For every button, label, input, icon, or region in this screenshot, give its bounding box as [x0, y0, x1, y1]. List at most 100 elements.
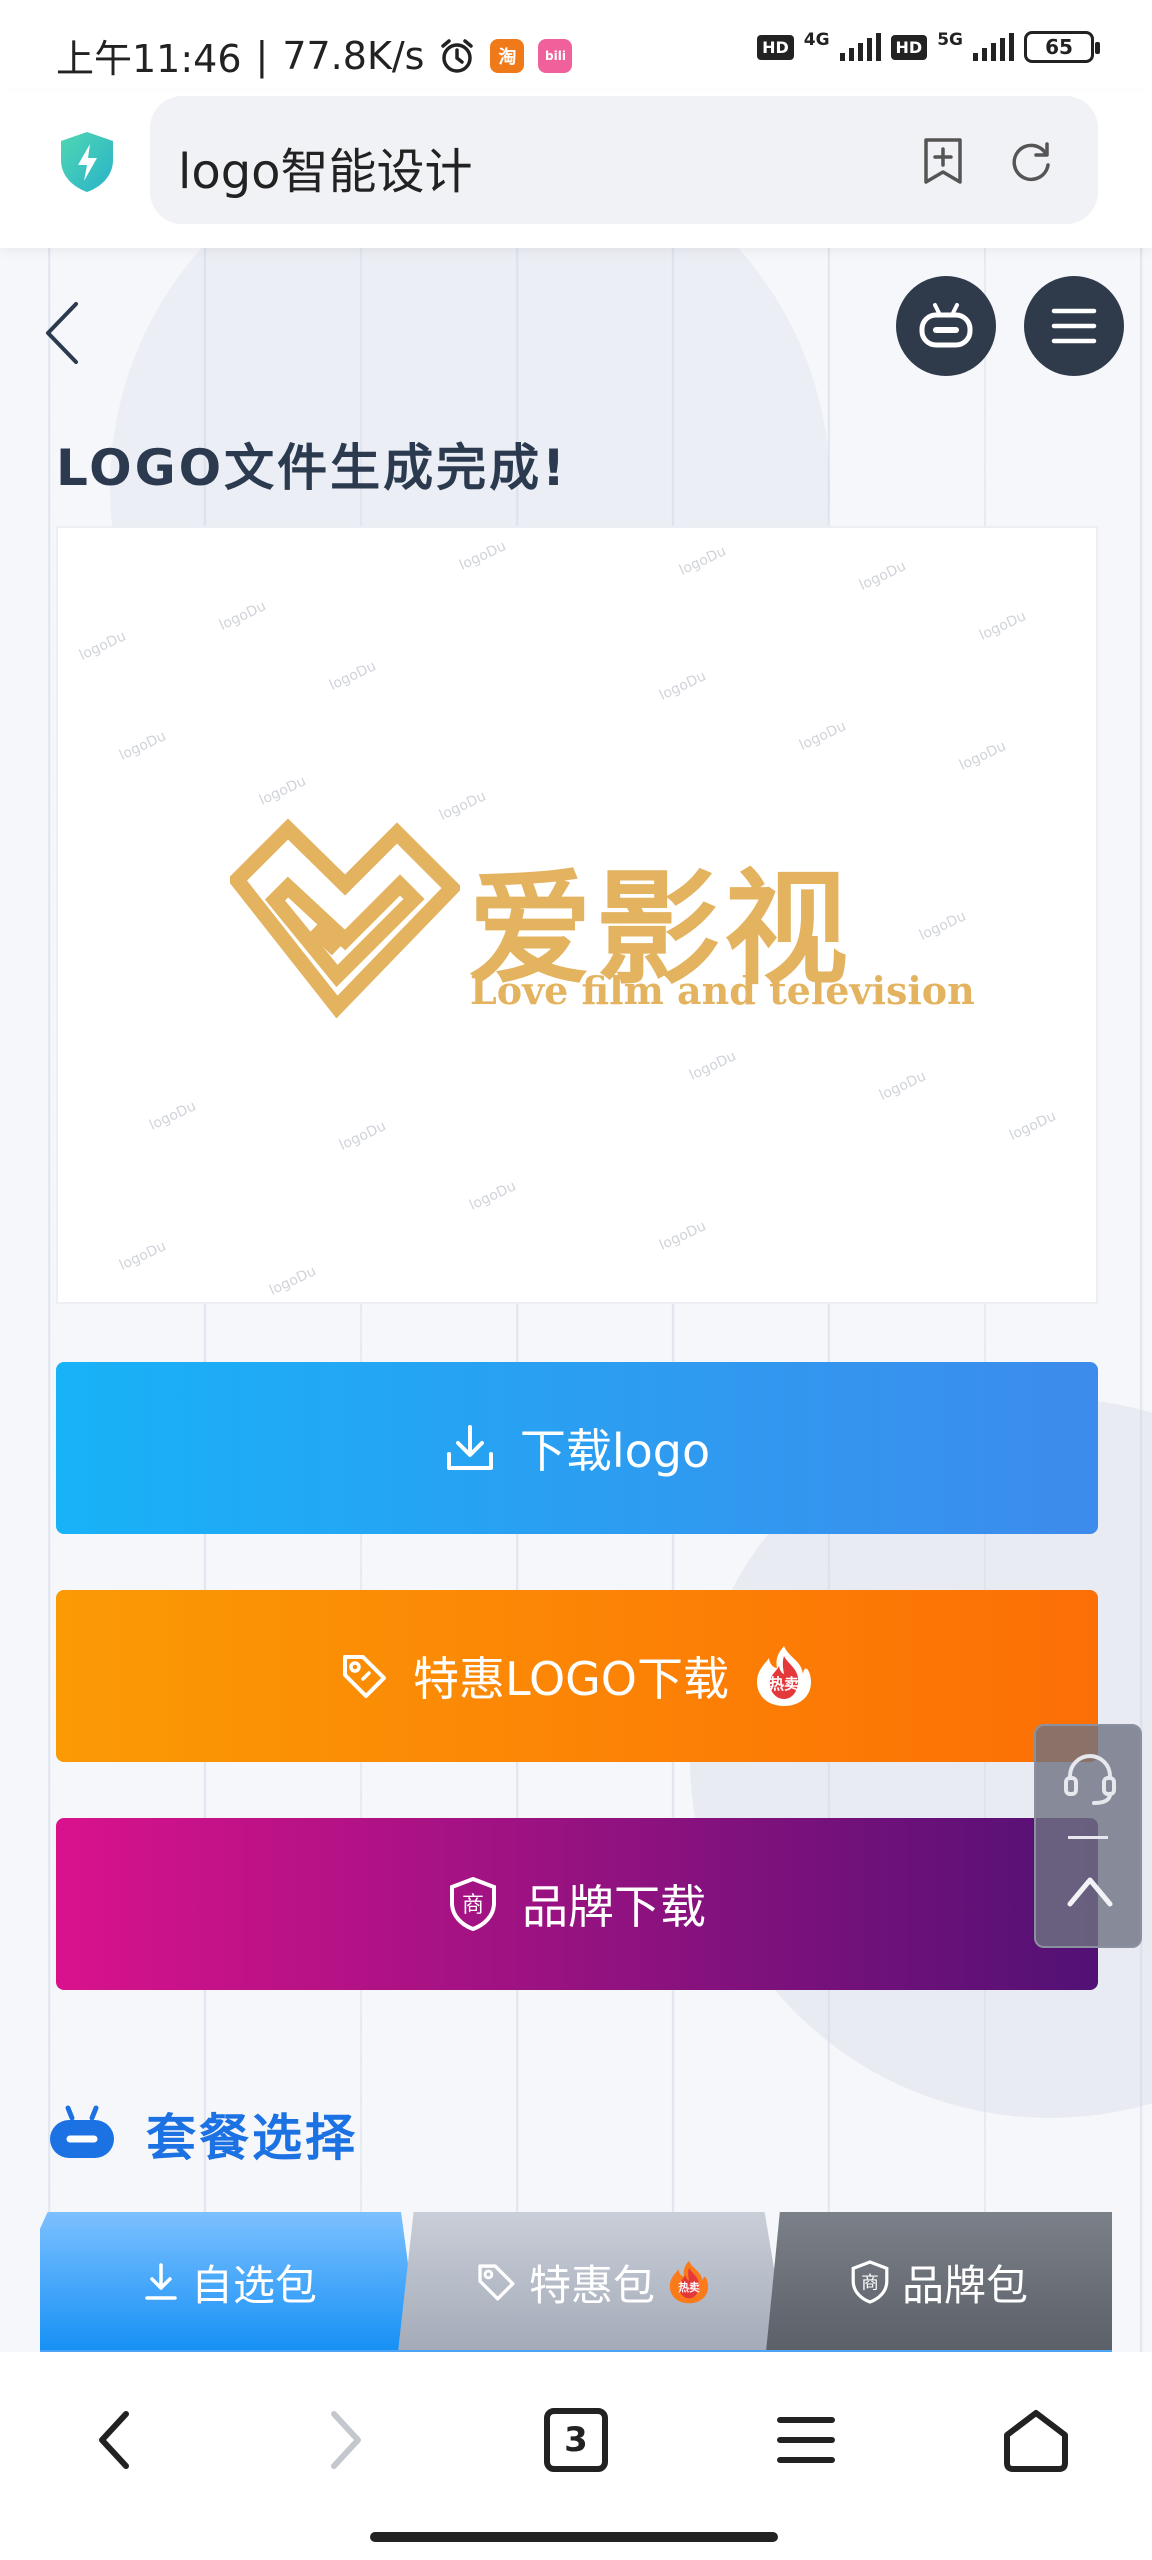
- nav-home-button[interactable]: [986, 2390, 1086, 2490]
- watermark: logoDu: [656, 668, 709, 704]
- shield-lightning-icon[interactable]: [58, 130, 116, 194]
- download-logo-button[interactable]: 下载logo: [56, 1362, 1098, 1534]
- floating-tool-panel: [1034, 1724, 1142, 1948]
- brand-heart-mark: [230, 818, 460, 1019]
- download-logo-label: 下载logo: [519, 1424, 711, 1478]
- brand-download-button[interactable]: 商 品牌下载: [56, 1818, 1098, 1990]
- watermark: logoDu: [1006, 1108, 1059, 1144]
- watermark: logoDu: [216, 598, 269, 634]
- download-icon: [446, 1425, 493, 1470]
- hamburger-menu-icon: [777, 2417, 835, 2463]
- hd-badge: HD: [890, 34, 928, 60]
- tab-brand-package[interactable]: 商 品牌包: [766, 2212, 1112, 2352]
- browser-address-row: logo智能设计: [0, 92, 1152, 248]
- special-logo-download-button[interactable]: 特惠LOGO下载 热卖: [56, 1590, 1098, 1762]
- trademark-shield-icon: 商: [450, 1876, 496, 1932]
- hamburger-menu-icon: [1051, 308, 1097, 344]
- network-type-label: 5G: [937, 30, 963, 50]
- watermark: logoDu: [956, 738, 1009, 774]
- watermark: logoDu: [796, 718, 849, 754]
- tabs-count: 3: [564, 2420, 588, 2460]
- signal-strength-icon: [973, 33, 1014, 61]
- watermark: logoDu: [146, 1098, 199, 1134]
- nav-back-button[interactable]: [64, 2390, 164, 2490]
- customer-service-headset-icon[interactable]: [1060, 1748, 1120, 1808]
- robot-icon: [919, 303, 973, 348]
- page-content: LOGO文件生成完成! logoDu logoDu logoDu logoDu …: [0, 248, 1152, 2352]
- hot-sale-badge-text: 热卖: [678, 2281, 700, 2294]
- trademark-badge-text: 商: [462, 1893, 484, 1918]
- tabs-count-icon: 3: [544, 2408, 608, 2472]
- price-tag-icon: [342, 1655, 386, 1698]
- watermark: logoDu: [326, 658, 379, 694]
- section-title: 套餐选择: [146, 2109, 358, 2167]
- url-text[interactable]: logo智能设计: [178, 132, 473, 202]
- watermark: logoDu: [466, 1178, 519, 1214]
- tab-label: 品牌包: [901, 2260, 1028, 2310]
- alarm-icon: [441, 38, 474, 73]
- menu-button[interactable]: [1024, 276, 1124, 376]
- nav-forward-button[interactable]: [296, 2390, 396, 2490]
- watermark: logoDu: [256, 773, 309, 809]
- brand-slogan: Love film and television: [470, 968, 975, 1013]
- download-icon: [145, 2263, 177, 2300]
- network-type-label: 4G: [803, 30, 830, 50]
- nav-tabs-button[interactable]: 3: [526, 2390, 626, 2490]
- status-divider: |: [255, 33, 269, 78]
- page-title: LOGO文件生成完成!: [56, 439, 568, 497]
- status-network-speed: 77.8K/s: [282, 33, 425, 78]
- scroll-to-top-icon[interactable]: [1062, 1866, 1118, 1916]
- hd-badge: HD: [757, 34, 794, 60]
- battery-level: 65: [1045, 35, 1073, 59]
- hot-sale-badge-text: 热卖: [769, 1675, 799, 1693]
- home-icon: [1004, 2410, 1068, 2472]
- status-time: 上午11:46: [56, 37, 242, 81]
- tab-custom-package[interactable]: 自选包: [40, 2212, 420, 2352]
- robot-icon: [50, 2105, 114, 2158]
- signal-strength-icon: [839, 33, 881, 61]
- tab-label: 特惠包: [528, 2260, 655, 2310]
- status-right: HD 4G HD 5G 65: [757, 30, 1100, 64]
- special-logo-download-label: 特惠LOGO下载: [412, 1652, 730, 1706]
- watermark: logoDu: [676, 543, 729, 579]
- status-left: 上午11:46 | 77.8K/s 淘 bili: [56, 28, 573, 83]
- nav-menu-button[interactable]: [756, 2390, 856, 2490]
- watermark: logoDu: [976, 608, 1029, 644]
- chevron-left-icon: [99, 2411, 129, 2469]
- home-indicator: [370, 2532, 778, 2542]
- ai-assistant-button[interactable]: [896, 276, 996, 376]
- price-tag-icon: [478, 2264, 515, 2301]
- package-tabs: 自选包 特惠包 热卖 商 品牌包: [40, 2212, 1112, 2352]
- watermark: logoDu: [456, 538, 509, 574]
- hot-sale-flame-icon: 热卖: [669, 2260, 709, 2304]
- brand-download-label: 品牌下载: [522, 1880, 706, 1934]
- watermark: logoDu: [76, 628, 129, 664]
- hot-sale-flame-icon: 热卖: [757, 1646, 812, 1706]
- trademark-shield-icon: 商: [851, 2260, 889, 2304]
- back-arrow-icon[interactable]: [40, 298, 84, 368]
- taobao-app-icon: 淘: [490, 38, 525, 73]
- watermark: logoDu: [336, 1118, 389, 1154]
- watermark: logoDu: [916, 908, 969, 944]
- battery-icon: 65: [1024, 31, 1100, 63]
- watermark: logoDu: [116, 1238, 169, 1274]
- tab-label: 自选包: [190, 2260, 317, 2310]
- floating-panel-divider: [1068, 1836, 1108, 1839]
- browser-bottom-nav: 3: [0, 2352, 1152, 2560]
- trademark-badge-text: 商: [861, 2273, 879, 2293]
- url-bar[interactable]: logo智能设计: [150, 96, 1098, 224]
- watermark: logoDu: [686, 1048, 739, 1084]
- status-bar: 上午11:46 | 77.8K/s 淘 bili HD 4G HD 5G 65: [0, 0, 1152, 100]
- watermark: logoDu: [876, 1068, 929, 1104]
- add-bookmark-icon[interactable]: [918, 136, 968, 186]
- watermark: logoDu: [856, 558, 909, 594]
- reload-icon[interactable]: [1006, 136, 1056, 186]
- watermark: logoDu: [656, 1218, 709, 1254]
- tab-special-package[interactable]: 特惠包 热卖: [398, 2212, 788, 2352]
- logo-preview: logoDu logoDu logoDu logoDu logoDu logoD…: [56, 526, 1098, 1304]
- bilibili-app-icon: bili: [538, 38, 573, 73]
- chevron-right-icon: [331, 2411, 361, 2469]
- watermark: logoDu: [116, 728, 169, 764]
- package-section-header: 套餐选择: [46, 2098, 358, 2170]
- watermark: logoDu: [266, 1263, 319, 1299]
